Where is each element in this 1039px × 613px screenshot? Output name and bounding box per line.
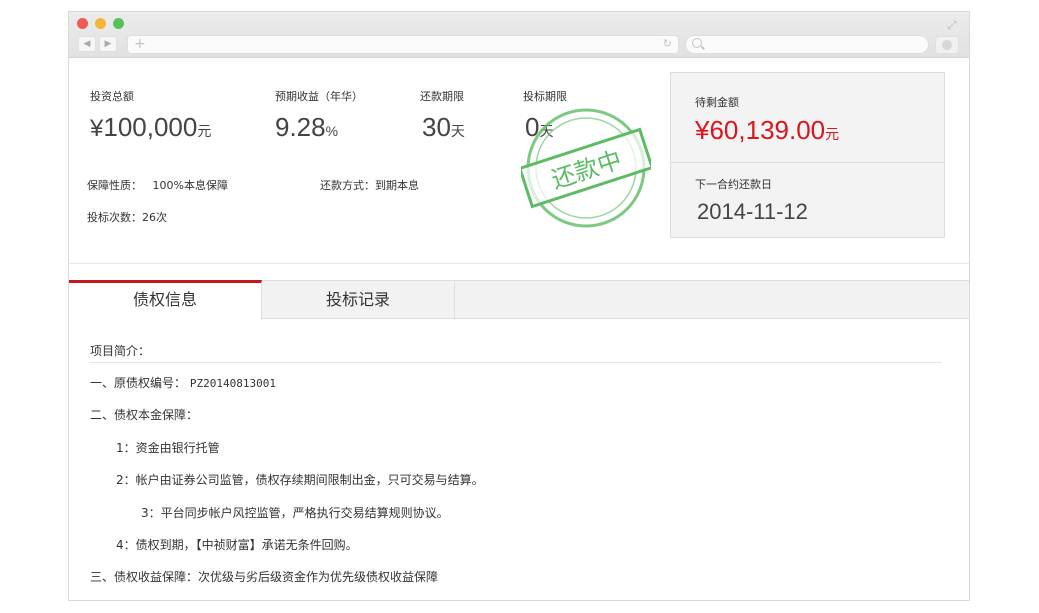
browser-chrome: ⤢ ◀ ▶ + ↻ xyxy=(69,12,969,58)
browser-window: ⤢ ◀ ▶ + ↻ 投资总额 ¥100,000元 预期收益（年华） 9.28% … xyxy=(68,11,970,601)
bid-count-info: 投标次数：26次 xyxy=(87,211,167,224)
expected-return-value: 9.28% xyxy=(275,112,339,142)
detail-item-1: 1：资金由银行托管 xyxy=(116,441,220,455)
detail-line-3: 三、债权收益保障：次优级与劣后级资金作为优先级债权收益保障 xyxy=(90,570,439,584)
invest-total-value: ¥100,000元 xyxy=(90,112,212,142)
detail-item-3: 3：平台同步帐户风控监管，严格执行交易结算规则协议。 xyxy=(141,506,449,520)
invest-total-label: 投资总额 xyxy=(90,90,134,103)
reload-icon[interactable]: ↻ xyxy=(663,37,672,50)
project-heading: 项目简介： xyxy=(90,344,151,358)
maximize-window-icon[interactable] xyxy=(113,18,124,29)
loan-summary: 投资总额 ¥100,000元 预期收益（年华） 9.28% 还款期限 30天 投… xyxy=(69,58,969,264)
tab-bid-records[interactable]: 投标记录 xyxy=(262,281,455,320)
minimize-window-icon[interactable] xyxy=(95,18,106,29)
detail-tabs: 债权信息 投标记录 xyxy=(69,280,969,320)
extension-button[interactable] xyxy=(935,36,959,54)
detail-line-2: 二、债权本金保障： xyxy=(90,408,199,422)
tab-debt-info[interactable]: 债权信息 xyxy=(69,280,262,320)
new-tab-icon[interactable]: + xyxy=(134,36,146,53)
guarantee-info: 保障性质： 100%本息保障 xyxy=(87,179,228,192)
next-repay-date: 2014-11-12 xyxy=(697,199,808,224)
panel-divider xyxy=(671,162,944,163)
repay-term-label: 还款期限 xyxy=(420,90,464,103)
heading-rule xyxy=(89,362,942,363)
repay-method-info: 还款方式：到期本息 xyxy=(320,179,419,192)
back-button[interactable]: ◀ xyxy=(78,36,96,52)
remaining-panel: 待剩金额 ¥60,139.00元 下一合约还款日 2014-11-12 xyxy=(670,72,945,238)
section-divider xyxy=(69,263,969,264)
detail-item-4: 4：债权到期，【中祯财富】承诺无条件回购。 xyxy=(116,538,358,552)
close-window-icon[interactable] xyxy=(77,18,88,29)
fullscreen-icon[interactable]: ⤢ xyxy=(947,18,957,33)
detail-line-1: 一、原债权编号： PZ20140813001 xyxy=(90,376,276,390)
repay-term-value: 30天 xyxy=(422,112,465,142)
bid-term-label: 投标期限 xyxy=(523,90,567,103)
repaying-stamp: 还款中 xyxy=(521,108,651,228)
detail-item-2: 2：帐户由证券公司监管，债权存续期间限制出金，只可交易与结算。 xyxy=(116,473,484,487)
expected-return-label: 预期收益（年华） xyxy=(275,90,363,103)
search-icon xyxy=(692,38,702,48)
remaining-label: 待剩金额 xyxy=(695,96,739,109)
forward-button[interactable]: ▶ xyxy=(99,36,117,52)
address-bar[interactable]: + ↻ xyxy=(127,35,679,54)
search-input[interactable] xyxy=(685,35,929,54)
next-date-label: 下一合约还款日 xyxy=(695,178,772,191)
remaining-amount: ¥60,139.00元 xyxy=(695,115,840,145)
